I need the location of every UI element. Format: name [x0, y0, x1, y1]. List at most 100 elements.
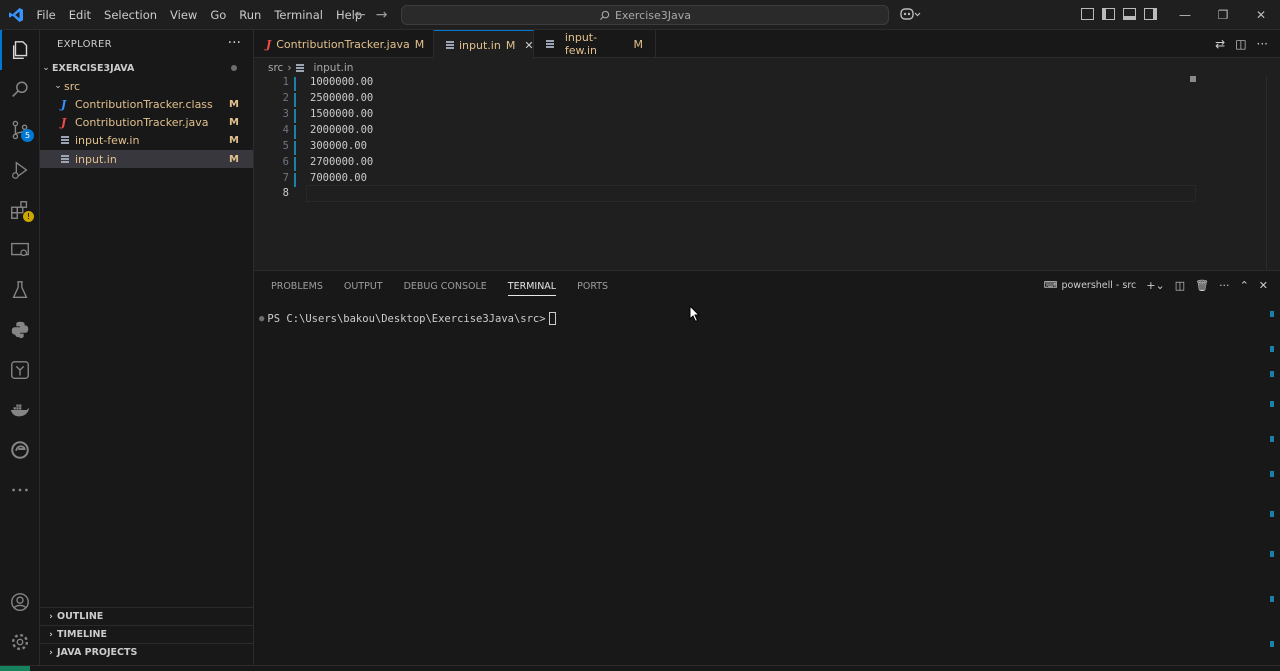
title-bar: File Edit Selection View Go Run Terminal… — [0, 0, 1280, 30]
workspace-root[interactable]: ⌄ EXERCISE3JAVA — [40, 59, 253, 77]
source-control-icon[interactable]: 5 — [0, 110, 40, 150]
menu-view[interactable]: View — [164, 8, 204, 22]
file-item-input[interactable]: input.in M — [40, 150, 253, 168]
menu-bar: File Edit Selection View Go Run Terminal… — [30, 0, 369, 30]
terminal-selector[interactable]: ⌨ powershell - src — [1044, 280, 1137, 291]
menu-selection[interactable]: Selection — [98, 8, 164, 22]
terminal-prompt: PS C:\Users\bakou\Desktop\Exercise3Java\… — [267, 312, 546, 325]
copilot-icon[interactable] — [900, 7, 922, 24]
toggle-sidebar-icon[interactable] — [1102, 8, 1115, 20]
docker-icon[interactable] — [0, 390, 40, 430]
menu-go[interactable]: Go — [204, 8, 233, 22]
folder-src[interactable]: ⌄ src — [40, 77, 253, 95]
file-label: input-few.in — [75, 133, 140, 147]
line-text: 1000000.00 — [310, 76, 374, 88]
menu-terminal[interactable]: Terminal — [268, 8, 330, 22]
section-outline[interactable]: › OUTLINE — [40, 607, 253, 625]
editor-actions: ⇄ ◫ ··· — [1215, 37, 1268, 51]
text-file-icon — [61, 135, 75, 146]
forward-arrow-icon[interactable]: → — [376, 7, 388, 23]
command-decoration-icon: ● — [259, 313, 265, 324]
breadcrumb-folder[interactable]: src — [268, 62, 283, 74]
toggle-secondary-sidebar-icon[interactable] — [1144, 8, 1157, 20]
tab-problems[interactable]: PROBLEMS — [271, 281, 323, 296]
menu-file[interactable]: File — [30, 8, 62, 22]
editor-line: 2 2500000.00 — [254, 92, 1194, 108]
menu-edit[interactable]: Edit — [62, 8, 97, 22]
more-icon[interactable] — [0, 470, 40, 510]
file-item-java[interactable]: J ContributionTracker.java M — [40, 113, 253, 131]
split-terminal-icon[interactable]: ◫ — [1175, 279, 1185, 292]
sidebar-more-icon[interactable]: ··· — [228, 35, 241, 51]
tab-terminal[interactable]: TERMINAL — [507, 281, 557, 296]
breadcrumb-file[interactable]: input.in — [314, 62, 354, 74]
back-arrow-icon[interactable]: ← — [354, 7, 366, 23]
line-number: 1 — [282, 76, 289, 88]
tab-label: input-few.in — [564, 31, 598, 57]
command-center-search[interactable]: Exercise3Java — [401, 5, 889, 25]
customize-layout-icon[interactable] — [1081, 8, 1094, 20]
tab-debug-console[interactable]: DEBUG CONSOLE — [404, 281, 487, 296]
git-status: M — [229, 116, 239, 128]
search-icon[interactable] — [0, 70, 40, 110]
explorer-icon[interactable] — [0, 30, 40, 70]
minimap[interactable] — [1190, 76, 1196, 82]
extensions-icon[interactable]: ! — [0, 190, 40, 230]
kill-terminal-icon[interactable]: 🗑 — [1195, 279, 1209, 292]
remote-indicator[interactable] — [0, 666, 30, 671]
editor-tabs: J ContributionTracker.java M input.in M … — [254, 30, 1280, 59]
sidebar-title: EXPLORER — [57, 39, 112, 50]
tab-ports[interactable]: PORTS — [577, 281, 608, 296]
window-controls: — ❐ ✕ — [1166, 0, 1280, 30]
tab-label: ContributionTracker.java — [276, 37, 410, 51]
line-number: 5 — [282, 140, 289, 152]
account-icon[interactable] — [0, 582, 40, 622]
editor-line: 4 2000000.00 — [254, 124, 1194, 140]
code-editor[interactable]: 1 1000000.00 2 2500000.00 3 1500000.00 4… — [254, 76, 1280, 270]
tab-label: input.in — [459, 38, 501, 52]
activity-bar: 5 ! — [0, 30, 40, 665]
terminal-prompt-line[interactable]: ● PS C:\Users\bakou\Desktop\Exercise3Jav… — [259, 312, 556, 325]
text-file-icon — [446, 40, 454, 51]
testing-icon[interactable] — [0, 270, 40, 310]
python-icon[interactable] — [0, 310, 40, 350]
close-window-icon[interactable]: ✕ — [1242, 0, 1280, 30]
toggle-panel-icon[interactable] — [1123, 8, 1136, 20]
close-tab-icon[interactable]: ✕ — [524, 39, 533, 52]
more-actions-icon[interactable]: ··· — [1219, 279, 1230, 292]
tab-input-in[interactable]: input.in M ✕ — [434, 30, 534, 59]
split-editor-icon[interactable]: ◫ — [1235, 37, 1246, 51]
remote-explorer-icon[interactable] — [0, 230, 40, 270]
close-panel-icon[interactable]: ✕ — [1259, 279, 1268, 292]
settings-icon[interactable] — [0, 622, 40, 662]
restore-icon[interactable]: ❐ — [1204, 0, 1242, 30]
nav-arrows: ← → — [354, 7, 387, 23]
run-debug-icon[interactable] — [0, 150, 40, 190]
file-item-input-few[interactable]: input-few.in M — [40, 131, 253, 149]
more-actions-icon[interactable]: ··· — [1257, 37, 1268, 51]
file-label: ContributionTracker.java — [75, 115, 209, 129]
terminal-scrollbar[interactable] — [1270, 311, 1274, 651]
file-label: ContributionTracker.class — [75, 97, 213, 111]
tab-contributiontracker-java[interactable]: J ContributionTracker.java M — [254, 30, 434, 58]
tab-output[interactable]: OUTPUT — [344, 281, 383, 296]
sourcetree-icon[interactable] — [0, 350, 40, 390]
section-java-projects[interactable]: › JAVA PROJECTS — [40, 643, 253, 661]
menu-run[interactable]: Run — [233, 8, 268, 22]
editor-scrollbar[interactable] — [1266, 76, 1280, 270]
new-terminal-icon[interactable]: +⌄ — [1146, 279, 1164, 292]
editor-line: 8 — [254, 187, 1194, 203]
command-center-label: Exercise3Java — [614, 8, 691, 22]
compare-changes-icon[interactable]: ⇄ — [1215, 37, 1225, 51]
edge-icon[interactable] — [0, 430, 40, 470]
line-text: 2700000.00 — [310, 156, 374, 168]
section-timeline[interactable]: › TIMELINE — [40, 625, 253, 643]
line-number: 4 — [282, 124, 289, 136]
tab-input-few-in[interactable]: input-few.in M — [534, 30, 656, 58]
maximize-panel-icon[interactable]: ⌃ — [1240, 279, 1249, 292]
file-item-class[interactable]: J ContributionTracker.class M — [40, 95, 253, 113]
modified-gutter-marker — [294, 125, 296, 139]
vscode-logo-icon — [9, 8, 23, 22]
minimize-icon[interactable]: — — [1166, 0, 1204, 30]
chevron-down-icon: ⌄ — [54, 81, 62, 91]
